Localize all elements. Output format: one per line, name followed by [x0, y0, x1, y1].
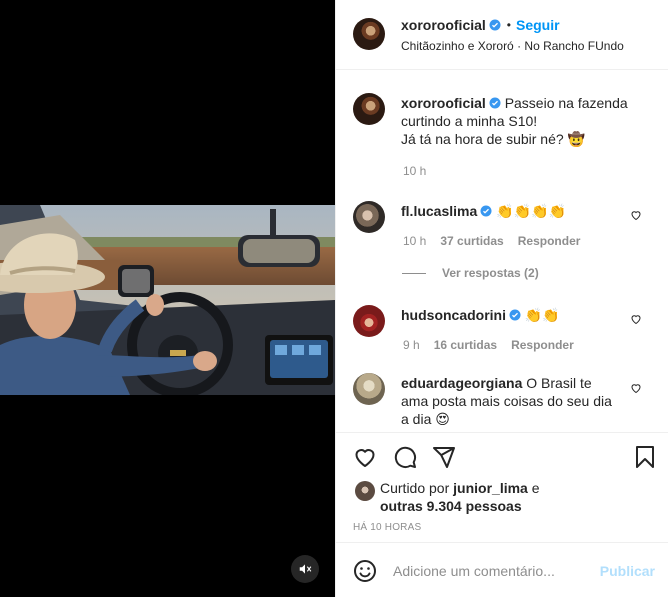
comment-like-icon[interactable]: [630, 209, 642, 221]
bookmark-icon[interactable]: [633, 445, 657, 469]
comment-likes[interactable]: 16 curtidas: [434, 338, 497, 352]
likes-count[interactable]: outras 9.304 pessoas: [380, 498, 522, 514]
comment-item: hudsoncadorini 👏👏: [401, 306, 560, 325]
publish-button[interactable]: Publicar: [600, 563, 655, 579]
verified-badge-icon: [489, 19, 501, 31]
comment-time[interactable]: 10 h: [403, 234, 426, 248]
post-video[interactable]: [0, 205, 335, 395]
caption-text-line3: Já tá na hora de subir né?: [401, 131, 564, 147]
comment-username[interactable]: hudsoncadorini: [401, 307, 506, 323]
liked-by-conj: e: [531, 480, 540, 496]
verified-badge-icon: [509, 309, 521, 321]
post-actions: Curtido por junior_lima e outras 9.304 p…: [336, 432, 668, 542]
comment-username[interactable]: eduardageorgiana: [401, 375, 522, 391]
comment-text: 👏👏👏👏: [496, 204, 566, 220]
comment-like-icon[interactable]: [630, 382, 642, 394]
caption-text-line2: curtindo a minha S10!: [401, 113, 538, 129]
post-timestamp[interactable]: HÁ 10 HORAS: [353, 522, 421, 533]
comment-item: fl.lucaslima 👏👏👏👏: [401, 202, 566, 221]
post-location[interactable]: Chitãozinho e Xororó · No Rancho FUndo: [401, 39, 624, 53]
comment-meta: 10 h 37 curtidas Responder: [403, 234, 580, 248]
comment-avatar[interactable]: [353, 305, 385, 337]
post-sidebar: xororooficial • Seguir Chitãozinho e Xor…: [335, 0, 668, 597]
comment-avatar[interactable]: [353, 201, 385, 233]
cowboy-emoji: 🤠: [567, 132, 585, 148]
heart-eyes-emoji: 😍: [435, 412, 450, 428]
caption-username[interactable]: xororooficial: [401, 95, 486, 111]
follow-button[interactable]: Seguir: [516, 17, 560, 33]
comment-like-icon[interactable]: [630, 313, 642, 325]
comment-text-line2: ama posta mais coisas do seu dia: [401, 393, 612, 409]
caption-time[interactable]: 10 h: [403, 164, 426, 178]
view-replies-button[interactable]: Ver respostas (2): [402, 266, 539, 280]
comment-icon[interactable]: [393, 445, 417, 469]
comments-list[interactable]: xororooficial Passeio na fazenda curtind…: [336, 71, 668, 432]
reply-button[interactable]: Responder: [518, 234, 581, 248]
caption-text-line1: Passeio na fazenda: [504, 95, 628, 111]
comment-time[interactable]: 9 h: [403, 338, 420, 352]
comment-likes[interactable]: 37 curtidas: [440, 234, 503, 248]
author-line: xororooficial • Seguir: [401, 17, 560, 33]
comment-meta: 9 h 16 curtidas Responder: [403, 338, 574, 352]
comment-text-line3: a dia: [401, 411, 432, 427]
reply-button[interactable]: Responder: [511, 338, 574, 352]
add-comment-bar: Publicar: [336, 542, 668, 597]
comment-avatar[interactable]: [353, 373, 385, 405]
mute-button[interactable]: [291, 555, 319, 583]
heart-icon[interactable]: [353, 445, 377, 469]
liker-avatar[interactable]: [355, 481, 375, 501]
post-header: xororooficial • Seguir Chitãozinho e Xor…: [336, 0, 668, 70]
post-media[interactable]: [0, 0, 335, 597]
author-avatar[interactable]: [353, 18, 385, 50]
separator-dot: •: [506, 18, 511, 32]
comment-item: eduardageorgiana O Brasil te ama posta m…: [401, 374, 626, 429]
liked-by: Curtido por junior_lima e outras 9.304 p…: [380, 479, 660, 515]
comment-input[interactable]: [393, 560, 593, 582]
share-icon[interactable]: [432, 445, 456, 469]
comment-text: 👏👏: [524, 308, 560, 324]
verified-badge-icon: [489, 97, 501, 109]
replies-divider: [402, 272, 426, 274]
view-replies-label: Ver respostas (2): [442, 266, 539, 280]
liked-by-prefix: Curtido por: [380, 480, 450, 496]
comment-text-line1: O Brasil te: [526, 375, 592, 391]
caption-avatar[interactable]: [353, 93, 385, 125]
emoji-icon[interactable]: [353, 559, 377, 583]
verified-badge-icon: [480, 205, 492, 217]
mute-icon: [299, 564, 312, 574]
comment-username[interactable]: fl.lucaslima: [401, 203, 477, 219]
caption: xororooficial Passeio na fazenda curtind…: [401, 94, 651, 149]
video-frame-illustration: [0, 205, 335, 395]
author-username[interactable]: xororooficial: [401, 17, 486, 33]
liker-username[interactable]: junior_lima: [453, 480, 528, 496]
